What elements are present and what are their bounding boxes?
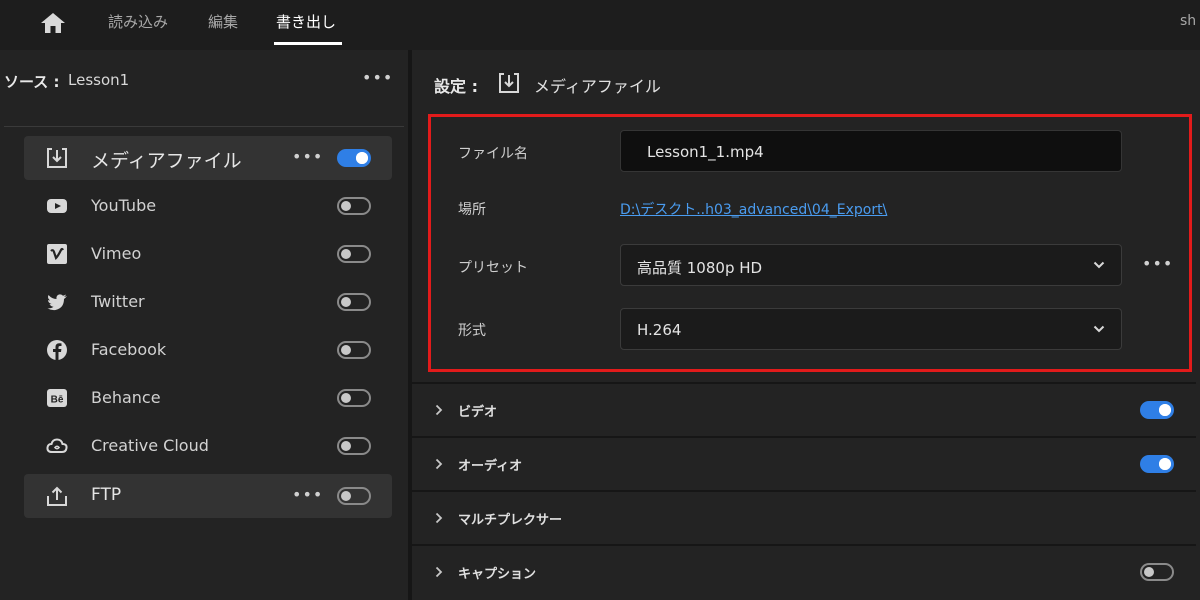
creative-cloud-icon [46, 438, 68, 453]
ftp-upload-icon [47, 486, 67, 506]
section-toggle[interactable] [1140, 455, 1174, 473]
destination-label: メディアファイル [91, 150, 242, 172]
destination-vimeo[interactable]: Vimeo [24, 232, 392, 276]
chevron-right-icon [435, 458, 443, 470]
destination-creative-cloud[interactable]: Creative Cloud [24, 424, 392, 468]
chevron-right-icon [435, 566, 443, 578]
tab-import[interactable]: 読み込み [108, 11, 168, 32]
destination-toggle[interactable] [337, 245, 371, 263]
section-toggle[interactable] [1140, 401, 1174, 419]
destination-more-button[interactable]: ••• [292, 485, 323, 504]
destination-label: FTP [91, 485, 122, 505]
tab-edit[interactable]: 編集 [208, 11, 238, 32]
tab-export[interactable]: 書き出し [276, 11, 336, 32]
destination-label: Facebook [91, 340, 167, 359]
source-label: ソース : [4, 73, 60, 91]
destination-media-file[interactable]: メディアファイル ••• [24, 136, 392, 180]
youtube-icon [47, 199, 67, 213]
settings-target: メディアファイル [534, 77, 661, 96]
destination-label: Twitter [91, 292, 145, 311]
chevron-right-icon [435, 512, 443, 524]
destination-twitter[interactable]: Twitter [24, 280, 392, 324]
destination-toggle[interactable] [337, 389, 371, 407]
destination-behance[interactable]: Bē Behance [24, 376, 392, 420]
panel-divider [4, 126, 404, 127]
section-multiplexer[interactable]: マルチプレクサー [412, 490, 1196, 542]
destination-toggle[interactable] [337, 437, 371, 455]
section-label: ビデオ [458, 405, 498, 420]
destination-toggle[interactable] [337, 149, 371, 167]
media-file-icon [47, 148, 67, 168]
settings-label: 設定 : [434, 77, 478, 96]
destination-label: YouTube [91, 196, 157, 215]
chevron-right-icon [435, 404, 443, 416]
destination-toggle[interactable] [337, 487, 371, 505]
svg-text:Bē: Bē [51, 395, 64, 406]
destination-facebook[interactable]: Facebook [24, 328, 392, 372]
section-label: オーディオ [458, 459, 523, 474]
destination-label: Vimeo [91, 244, 142, 263]
vimeo-icon [47, 244, 67, 264]
section-audio[interactable]: オーディオ [412, 436, 1196, 488]
home-icon[interactable] [40, 12, 66, 34]
section-label: マルチプレクサー [458, 513, 563, 528]
source-name: Lesson1 [68, 71, 130, 89]
destination-ftp[interactable]: FTP ••• [24, 474, 392, 518]
destination-toggle[interactable] [337, 293, 371, 311]
section-label: キャプション [458, 567, 537, 582]
user-account-label[interactable]: sh [1180, 13, 1196, 29]
top-bar: 読み込み 編集 書き出し sh [0, 0, 1200, 48]
destination-toggle[interactable] [337, 197, 371, 215]
highlight-box [428, 114, 1192, 372]
section-captions[interactable]: キャプション [412, 544, 1196, 600]
behance-icon: Bē [47, 389, 67, 407]
twitter-icon [47, 294, 67, 311]
destination-youtube[interactable]: YouTube [24, 184, 392, 228]
destination-label: Creative Cloud [91, 436, 209, 455]
source-more-button[interactable]: ••• [362, 68, 393, 87]
destination-toggle[interactable] [337, 341, 371, 359]
media-file-icon [499, 73, 519, 93]
section-toggle[interactable] [1140, 563, 1174, 581]
destination-label: Behance [91, 388, 161, 407]
section-video[interactable]: ビデオ [412, 382, 1196, 434]
destination-more-button[interactable]: ••• [292, 147, 323, 166]
active-tab-indicator [274, 42, 342, 45]
facebook-icon [47, 340, 67, 360]
